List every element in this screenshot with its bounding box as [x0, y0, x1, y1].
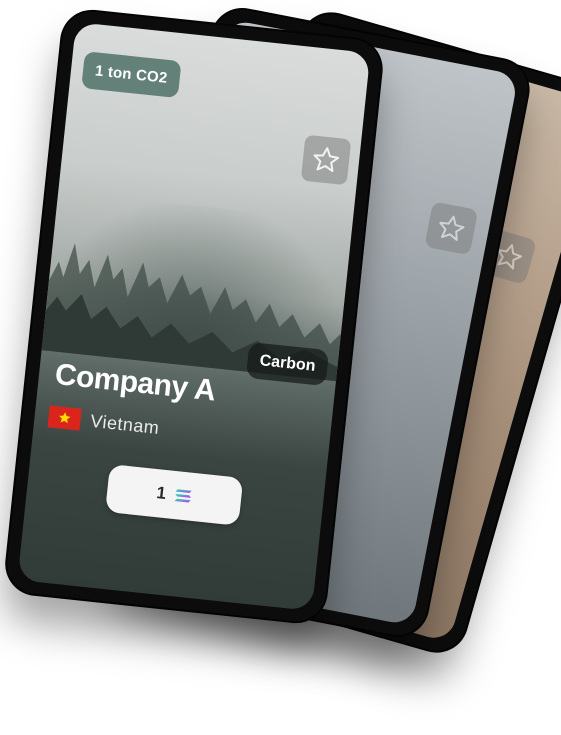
country-name: Vietnam: [89, 410, 161, 438]
country-row: Vietnam: [47, 405, 161, 439]
category-tag: Carbon: [245, 341, 330, 387]
front-card-screen: 1 ton CO2 Carbon Company A Vietnam 1: [17, 22, 371, 611]
solana-icon: [174, 489, 192, 503]
star-outline-icon: [439, 215, 465, 241]
front-card[interactable]: 1 ton CO2 Carbon Company A Vietnam 1: [4, 8, 384, 625]
card-stack: 1 ton CO2 Carbon Company A Vietnam 1: [0, 0, 561, 735]
back-card-grey-favorite: [424, 201, 479, 256]
star-outline-icon: [313, 147, 340, 173]
favorite-button[interactable]: [300, 134, 352, 186]
flag-star-icon: [59, 412, 71, 424]
carbon-amount-badge: 1 ton CO2: [81, 51, 182, 99]
vietnam-flag-icon: [47, 405, 82, 431]
price-value: 1: [155, 483, 168, 503]
price-button[interactable]: 1: [105, 464, 244, 526]
